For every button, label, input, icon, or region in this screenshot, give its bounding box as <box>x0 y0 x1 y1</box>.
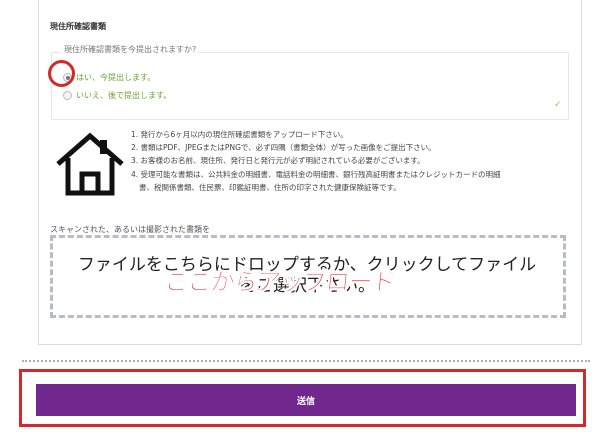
question-legend: 現住所確認書類を今提出されますか? <box>61 44 200 55</box>
requirements-list: 1. 発行から6ヶ月以内の現住所確認書類をアップロード下さい。 2. 書類はPD… <box>131 128 571 194</box>
note-item: 3. お客様のお名前、現住所、発行日と発行元が必ず明記されている必要がございます… <box>131 156 425 166</box>
section-title: 現住所確認書類 <box>50 22 106 31</box>
radio-option-yes[interactable]: はい、今提出します。 <box>63 72 155 83</box>
house-icon <box>56 132 124 196</box>
submit-button[interactable]: 送信 <box>36 384 576 416</box>
radio-button-no[interactable] <box>63 91 72 100</box>
question-fieldset <box>51 52 569 120</box>
note-item: 書、税関係書類、住民票、印鑑証明書、住所の印字された健康保険証等です。 <box>139 182 401 192</box>
chevron-down-icon: ✓ <box>554 100 562 110</box>
upload-here-annotation: ここからアップロード <box>163 268 397 297</box>
divider <box>22 360 590 362</box>
upload-label: スキャンされた、あるいは撮影された書類を <box>50 225 210 234</box>
note-item: 1. 発行から6ヶ月以内の現住所確認書類をアップロード下さい。 <box>131 130 348 139</box>
note-item: 2. 書類はPDF、JPEGまたはPNGで、必ず四隅（書類全体）が写った画像をご… <box>131 143 436 153</box>
radio-option-no[interactable]: いいえ、後で提出します。 <box>63 90 171 101</box>
radio-label-no: いいえ、後で提出します。 <box>76 91 172 100</box>
highlight-circle <box>48 60 75 87</box>
note-item: 4. 受理可能な書類は、公共料金の明細書、電話料金の明細書、銀行残高証明書または… <box>131 169 501 179</box>
radio-label-yes: はい、今提出します。 <box>76 73 156 82</box>
